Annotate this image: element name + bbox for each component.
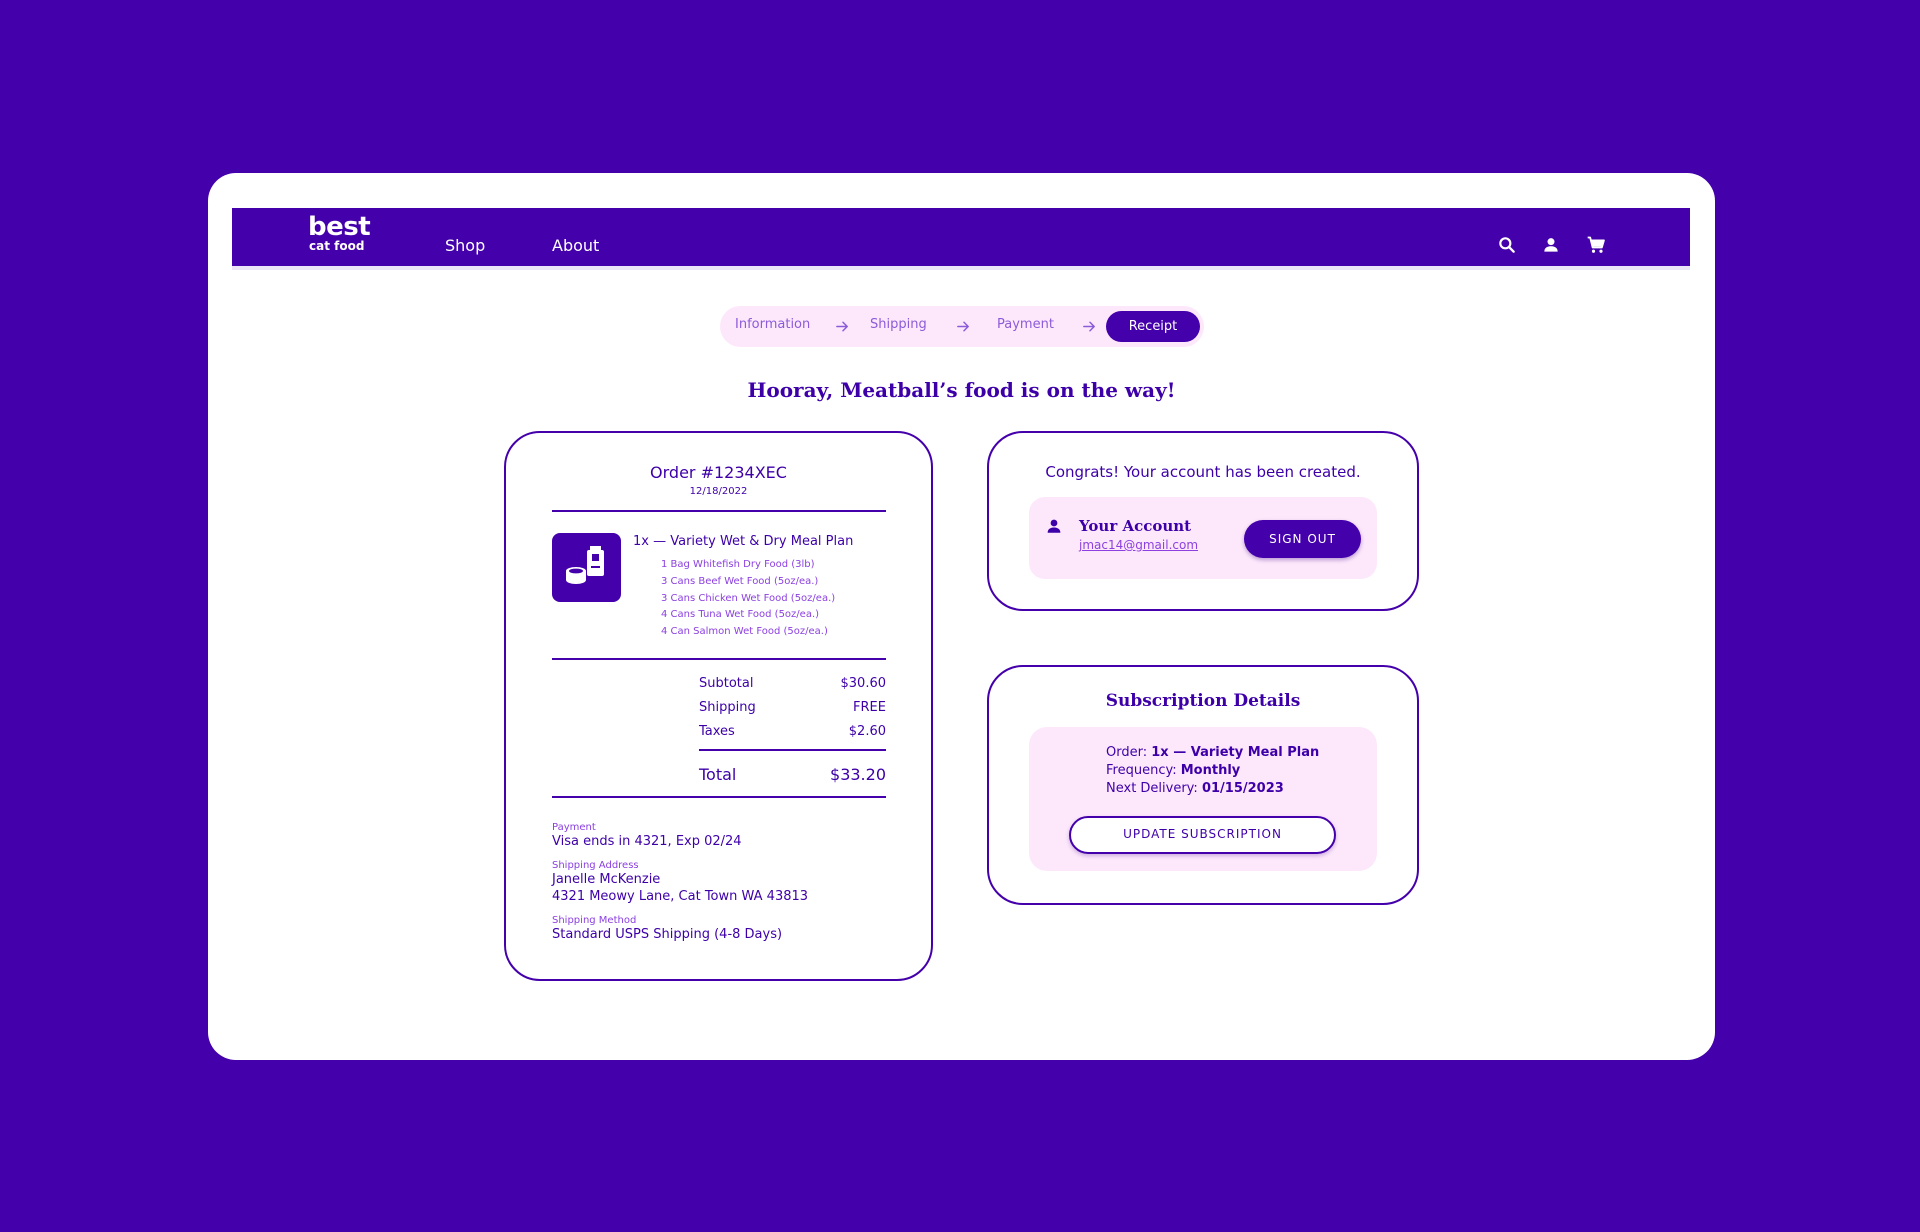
- sign-out-button[interactable]: SIGN OUT: [1244, 520, 1361, 558]
- step-payment[interactable]: Payment: [997, 317, 1054, 332]
- shipping-row: Shipping FREE: [699, 700, 886, 715]
- cart-icon[interactable]: [1586, 235, 1606, 255]
- account-panel: Your Account jmac14@gmail.com SIGN OUT: [1029, 497, 1377, 579]
- subscription-card: Subscription Details Order: 1x — Variety…: [987, 665, 1419, 905]
- subscription-title: Subscription Details: [1105, 691, 1301, 711]
- logo-sub-text: cat food: [309, 239, 365, 253]
- divider: [552, 658, 886, 660]
- order-receipt-card: Order #1234XEC 12/18/2022 1x — Variety W…: [504, 431, 933, 981]
- nav-bar: best cat food Shop About: [232, 208, 1690, 266]
- payment-label: Payment: [552, 822, 596, 833]
- shipping-method-value: Standard USPS Shipping (4-8 Days): [552, 927, 783, 942]
- subscription-order-label: Order:: [1106, 745, 1152, 760]
- step-information[interactable]: Information: [735, 317, 810, 332]
- total-row: Total $33.20: [699, 765, 886, 784]
- subscription-frequency: Frequency: Monthly: [1106, 763, 1240, 778]
- shipping-value: FREE: [853, 700, 886, 715]
- account-email-link[interactable]: jmac14@gmail.com: [1079, 538, 1198, 552]
- nav-bar-shadow: [232, 266, 1690, 270]
- arrow-right-icon: [836, 321, 848, 332]
- subtotal-label: Subtotal: [699, 676, 754, 691]
- payment-value: Visa ends in 4321, Exp 02/24: [552, 834, 742, 849]
- product-name: 1x — Variety Wet & Dry Meal Plan: [633, 534, 854, 549]
- browser-frame: best cat food Shop About Information Shi…: [208, 173, 1715, 1060]
- list-item: 4 Can Salmon Wet Food (5oz/ea.): [661, 626, 828, 638]
- subscription-order-value: 1x — Variety Meal Plan: [1151, 745, 1320, 760]
- account-created-message: Congrats! Your account has been created.: [1045, 463, 1361, 481]
- user-icon[interactable]: [1541, 235, 1561, 255]
- subscription-next-value: 01/15/2023: [1201, 781, 1284, 796]
- shipping-method-label: Shipping Method: [552, 915, 637, 926]
- step-receipt[interactable]: Receipt: [1106, 311, 1200, 342]
- list-item: 3 Cans Chicken Wet Food (5oz/ea.): [661, 592, 836, 604]
- subscription-panel: Order: 1x — Variety Meal Plan Frequency:…: [1029, 727, 1377, 871]
- step-shipping[interactable]: Shipping: [870, 317, 927, 332]
- list-item: 4 Cans Tuna Wet Food (5oz/ea.): [661, 609, 820, 621]
- divider: [552, 510, 886, 512]
- account-card: Congrats! Your account has been created.…: [987, 431, 1419, 611]
- update-subscription-button[interactable]: UPDATE SUBSCRIPTION: [1069, 816, 1336, 854]
- list-item: 1 Bag Whitefish Dry Food (3lb): [661, 559, 815, 570]
- account-title: Your Account: [1079, 517, 1192, 535]
- arrow-right-icon: [1083, 321, 1095, 332]
- logo[interactable]: best cat food: [308, 212, 371, 253]
- nav-link-about[interactable]: About: [552, 236, 599, 255]
- shipping-address-name: Janelle McKenzie: [552, 872, 661, 887]
- page-title: Hooray, Meatball’s food is on the way!: [747, 378, 1176, 402]
- nav-link-shop[interactable]: Shop: [445, 236, 485, 255]
- subscription-next-delivery: Next Delivery: 01/15/2023: [1106, 781, 1284, 796]
- logo-main-text: best: [308, 212, 371, 242]
- arrow-right-icon: [957, 321, 969, 332]
- shipping-address-label: Shipping Address: [552, 860, 639, 871]
- divider: [552, 796, 886, 798]
- taxes-label: Taxes: [699, 724, 735, 739]
- shipping-label: Shipping: [699, 700, 756, 715]
- order-date: 12/18/2022: [689, 486, 748, 497]
- total-value: $33.20: [830, 765, 886, 784]
- shipping-address-street: 4321 Meowy Lane, Cat Town WA 43813: [552, 889, 809, 904]
- subtotal-row: Subtotal $30.60: [699, 676, 886, 691]
- taxes-value: $2.60: [848, 724, 886, 739]
- subscription-order: Order: 1x — Variety Meal Plan: [1106, 745, 1319, 760]
- search-icon[interactable]: [1497, 235, 1517, 255]
- checkout-stepper: Information Shipping Payment Receipt: [720, 306, 1204, 347]
- subscription-next-label: Next Delivery:: [1106, 781, 1202, 796]
- cat-food-icon: [566, 546, 604, 584]
- product-thumbnail: [552, 533, 621, 602]
- total-label: Total: [699, 765, 737, 784]
- order-number: Order #1234XEC: [650, 463, 787, 482]
- divider: [699, 749, 886, 751]
- subscription-frequency-value: Monthly: [1180, 763, 1241, 778]
- subscription-frequency-label: Frequency:: [1106, 763, 1181, 778]
- list-item: 3 Cans Beef Wet Food (5oz/ea.): [661, 575, 819, 587]
- product-items-list: 1 Bag Whitefish Dry Food (3lb) 3 Cans Be…: [661, 557, 835, 641]
- taxes-row: Taxes $2.60: [699, 724, 886, 739]
- user-icon: [1047, 519, 1061, 533]
- subtotal-value: $30.60: [840, 676, 887, 691]
